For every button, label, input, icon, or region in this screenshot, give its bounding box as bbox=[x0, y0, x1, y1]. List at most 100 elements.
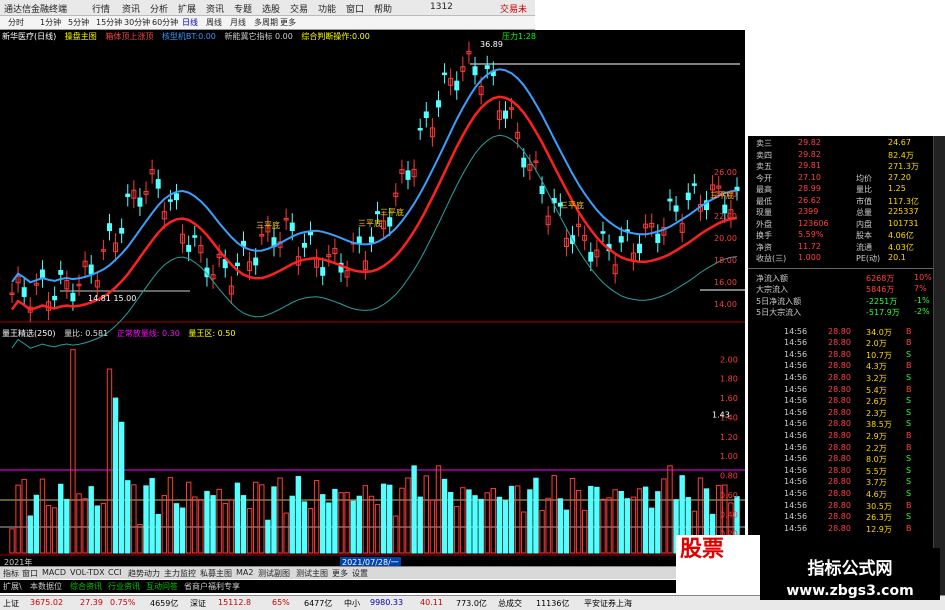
candle-body bbox=[52, 295, 58, 301]
tab-trend[interactable]: 趋势动力 bbox=[128, 568, 160, 579]
tick-row: 14:56 28.80 26.3万 S bbox=[748, 512, 933, 523]
volume-tick-label: 2.00 bbox=[720, 355, 738, 364]
volume-bar bbox=[21, 478, 27, 554]
menu-info[interactable]: 资讯 bbox=[206, 2, 224, 15]
flow-row: 5日大宗流入 -517.9万 -2% bbox=[748, 307, 933, 318]
quote-label: 现量 bbox=[756, 208, 772, 217]
candle-body bbox=[167, 199, 173, 202]
period-fenshi[interactable]: 分时 bbox=[8, 17, 24, 28]
period-multi[interactable]: 多周期 bbox=[254, 17, 278, 28]
candle-body bbox=[435, 100, 441, 108]
app-title: 通达信金融终端 bbox=[4, 5, 68, 15]
tab-ma2[interactable]: MA2 bbox=[236, 568, 253, 577]
volume-bar bbox=[594, 486, 600, 554]
ext-tab-0[interactable]: 扩展\ bbox=[3, 581, 22, 592]
support-line bbox=[11, 134, 738, 349]
quote-label: 净资 bbox=[756, 242, 772, 252]
menu-help[interactable]: 帮助 bbox=[374, 2, 392, 15]
volume-bar bbox=[447, 492, 454, 554]
sh-label[interactable]: 上证 bbox=[3, 598, 19, 609]
volume-bar bbox=[192, 496, 198, 554]
volume-bar bbox=[106, 368, 113, 554]
ext-tab-1[interactable]: 本数据位 bbox=[30, 581, 62, 592]
menu-analysis[interactable]: 分析 bbox=[150, 2, 168, 15]
tick-side: S bbox=[906, 477, 912, 487]
tick-time: 14:56 bbox=[784, 477, 808, 487]
period-1min[interactable]: 1分钟 bbox=[40, 17, 61, 28]
watermark-site: 指标公式网 www.zbgs3.com bbox=[760, 548, 940, 600]
volume-bar bbox=[265, 519, 271, 554]
quote-row: 最高 28.99 量比 1.25 bbox=[748, 184, 933, 195]
bottom-signal-label: 三平底 bbox=[256, 220, 280, 230]
sz-label[interactable]: 深证 bbox=[190, 598, 206, 609]
tab-test-sub[interactable]: 测试副图 bbox=[258, 568, 290, 579]
volume-bar bbox=[387, 484, 393, 554]
tab-more[interactable]: 更多 bbox=[332, 568, 348, 579]
quote-row: 外盘 123606 内盘 101731 bbox=[748, 219, 933, 230]
tick-side: B bbox=[906, 384, 912, 394]
tick-row: 14:56 28.80 4.6万 S bbox=[748, 489, 933, 500]
menu-picker[interactable]: 选股 bbox=[262, 2, 280, 15]
candle-body bbox=[484, 65, 490, 70]
stock-name[interactable]: 新华医疗(日线) bbox=[2, 32, 56, 41]
tick-time: 14:56 bbox=[784, 326, 808, 336]
tab-vol-tdx[interactable]: VOL-TDX bbox=[70, 568, 105, 577]
vol-label-0[interactable]: 量王精选(250) bbox=[2, 329, 56, 338]
volume-bar bbox=[545, 497, 551, 554]
ext-tab-2[interactable]: 综合资讯 bbox=[70, 581, 102, 592]
tab-macd[interactable]: MACD bbox=[42, 568, 66, 577]
tab-test-main[interactable]: 测试主图 bbox=[296, 568, 328, 579]
zx-label[interactable]: 中小 bbox=[344, 598, 360, 609]
candle-body bbox=[454, 80, 460, 91]
tick-volume: 5.4万 bbox=[866, 385, 887, 395]
ext-tab-5[interactable]: 省商户福利专享 bbox=[184, 581, 240, 592]
vertical-scrollbar[interactable] bbox=[933, 136, 945, 606]
quote-value: 28.99 bbox=[798, 184, 821, 193]
volume-bar bbox=[630, 496, 637, 554]
tab-private[interactable]: 私募主图 bbox=[200, 568, 232, 579]
tab-monitor[interactable]: 主力监控 bbox=[164, 568, 196, 579]
tick-price: 28.80 bbox=[828, 338, 851, 348]
menu-quotes[interactable]: 行情 bbox=[92, 2, 110, 15]
kline-chart-area[interactable]: 三平底 三平底 三平底 三平底 三平底 26.00 24.00 22.00 20.00 18.00… bbox=[0, 30, 745, 575]
period-60min[interactable]: 60分钟 bbox=[152, 17, 178, 28]
period-5min[interactable]: 5分钟 bbox=[68, 17, 89, 28]
tab-cci[interactable]: CCI bbox=[108, 568, 122, 577]
menu-trade[interactable]: 交易 bbox=[290, 2, 308, 15]
menu-function[interactable]: 功能 bbox=[318, 2, 336, 15]
candle-body bbox=[320, 267, 326, 276]
volume-bar bbox=[344, 491, 350, 554]
flow-row: 净流入额 6268万 10% bbox=[748, 273, 933, 284]
tab-settings[interactable]: 设置 bbox=[352, 568, 368, 579]
candle-body bbox=[368, 236, 374, 243]
volume-bar bbox=[179, 507, 186, 554]
volume-bar bbox=[222, 502, 228, 554]
tick-price: 28.80 bbox=[828, 430, 851, 440]
menu-window[interactable]: 窗口 bbox=[346, 2, 364, 15]
flow-pct: -1% bbox=[914, 295, 930, 305]
period-week[interactable]: 周线 bbox=[206, 17, 222, 28]
volume-bar bbox=[533, 477, 539, 554]
volume-tick-label: 0.40 bbox=[720, 510, 738, 519]
candle-body bbox=[521, 157, 527, 168]
tick-row: 14:56 28.80 12.9万 B bbox=[748, 524, 933, 535]
period-day[interactable]: 日线 bbox=[182, 17, 198, 28]
menu-news[interactable]: 资讯 bbox=[122, 2, 140, 15]
period-15min[interactable]: 15分钟 bbox=[96, 17, 122, 28]
ext-tab-4[interactable]: 互动问答 bbox=[146, 581, 178, 592]
main-label-3: 新能冀它指标 0.00 bbox=[224, 32, 293, 41]
period-30min[interactable]: 30分钟 bbox=[124, 17, 150, 28]
period-month[interactable]: 月线 bbox=[230, 17, 246, 28]
total-amount: 11136亿 bbox=[536, 599, 570, 608]
tab-indicator[interactable]: 指标 bbox=[3, 568, 19, 579]
tick-price: 28.80 bbox=[828, 419, 851, 429]
ext-tab-3[interactable]: 行业资讯 bbox=[108, 581, 140, 592]
tab-window[interactable]: 窗口 bbox=[22, 568, 38, 579]
volume-bar bbox=[496, 496, 503, 554]
volume-bar bbox=[618, 491, 624, 554]
zx-change: 40.11 bbox=[420, 598, 443, 607]
trade-button[interactable]: 交易未 bbox=[500, 2, 527, 15]
period-more[interactable]: 更多 bbox=[280, 17, 296, 28]
menu-topics[interactable]: 专题 bbox=[234, 2, 252, 15]
menu-extend[interactable]: 扩展 bbox=[178, 2, 196, 15]
